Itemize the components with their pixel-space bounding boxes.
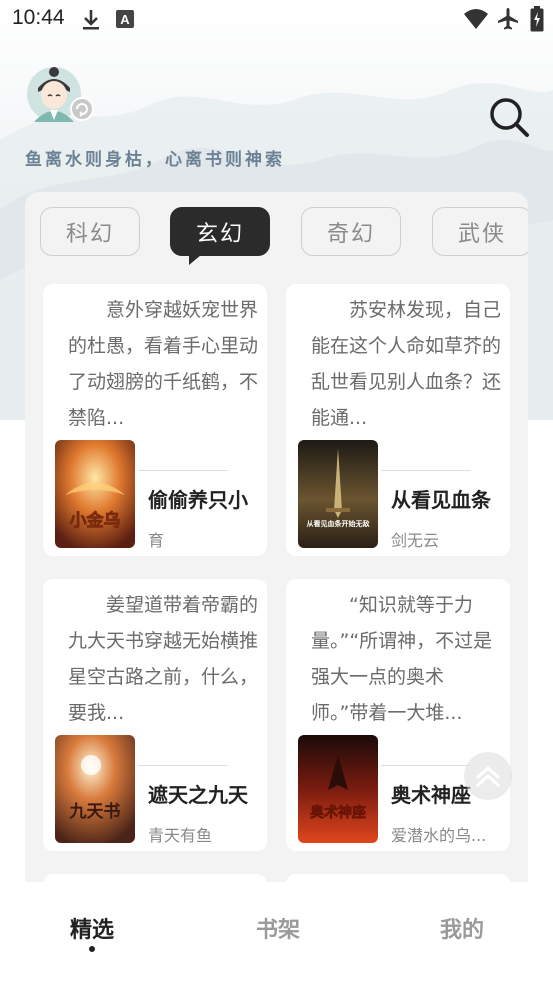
- battery-icon: [530, 6, 544, 32]
- book-cover: 从看见血条开始无敌: [298, 440, 378, 548]
- book-description: 姜望道带着帝霸的九大天书穿越无始横推星空古路之前，什么，要我...: [68, 594, 258, 724]
- nav-mine[interactable]: 我的: [440, 912, 484, 944]
- nav-featured[interactable]: 精选: [70, 912, 114, 944]
- book-author: 爱潜水的乌...: [391, 826, 487, 845]
- book-title: 遮天之九天: [148, 783, 248, 807]
- nav-active-indicator: [89, 946, 95, 952]
- card-divider: [138, 765, 228, 766]
- nav-bookshelf[interactable]: 书架: [256, 912, 300, 944]
- wifi-icon: [464, 9, 488, 29]
- download-icon: [83, 10, 99, 30]
- tab-fantasy[interactable]: 奇幻: [301, 207, 401, 256]
- book-card[interactable]: [286, 874, 510, 882]
- content-panel: 科幻 玄幻 奇幻 武侠 意外穿越妖宠世界的杜愚，看着手心里动了动翅膀的千纸鹤，不…: [25, 192, 528, 882]
- cover-title: 奥术神座: [310, 804, 366, 821]
- card-divider: [381, 765, 471, 766]
- book-description: “知识就等于力量。”“所谓神，不过是强大一点的奥术师。”带着一大堆...: [311, 594, 493, 724]
- book-title: 偷偷养只小: [148, 488, 248, 512]
- book-card[interactable]: 苏安林发现，自己能在这个人命如草芥的乱世看见别人血条？还能通... 从看见血条开…: [286, 284, 510, 556]
- avatar-icon[interactable]: [24, 64, 94, 124]
- slogan: 鱼离水则身枯，心离书则神索: [25, 150, 285, 170]
- status-bar: 10:44 A: [0, 0, 553, 38]
- airplane-icon: [498, 8, 518, 30]
- book-author: 剑无云: [391, 531, 440, 550]
- book-author: 青天有鱼: [148, 826, 213, 845]
- search-icon[interactable]: [488, 96, 530, 138]
- status-time: 10:44: [12, 6, 65, 29]
- book-cover: 奥术神座: [298, 735, 378, 843]
- cover-title: 九天书: [69, 802, 121, 822]
- book-card[interactable]: 姜望道带着帝霸的九大天书穿越无始横推星空古路之前，什么，要我... 九天书 遮天…: [43, 579, 267, 851]
- app-a-icon: A: [116, 10, 134, 28]
- tab-xuanhuan[interactable]: 玄幻: [170, 207, 270, 265]
- book-cover: 九天书: [55, 735, 135, 843]
- book-card[interactable]: “知识就等于力量。”“所谓神，不过是强大一点的奥术师。”带着一大堆... 奥术神…: [286, 579, 510, 851]
- chevron-up-icon: [476, 765, 500, 787]
- book-description: 意外穿越妖宠世界的杜愚，看着手心里动了动翅膀的千纸鹤，不禁陷...: [68, 299, 258, 429]
- book-title: 从看见血条: [391, 488, 491, 512]
- svg-text:A: A: [120, 12, 130, 27]
- book-card[interactable]: 意外穿越妖宠世界的杜愚，看着手心里动了动翅膀的千纸鹤，不禁陷... 小金乌 偷偷…: [43, 284, 267, 556]
- card-divider: [381, 470, 471, 471]
- book-author: 育: [148, 531, 165, 550]
- book-card[interactable]: [43, 874, 267, 882]
- scroll-to-top-button[interactable]: [464, 752, 512, 800]
- book-description: 苏安林发现，自己能在这个人命如草芥的乱世看见别人血条？还能通...: [311, 299, 501, 429]
- tab-scifi[interactable]: 科幻: [40, 207, 140, 256]
- cover-title: 从看见血条开始无敌: [307, 519, 370, 528]
- bottom-navigation: 精选 书架 我的: [0, 882, 553, 983]
- cover-title: 小金乌: [70, 510, 121, 531]
- card-divider: [138, 470, 228, 471]
- tab-wuxia[interactable]: 武侠: [432, 207, 528, 256]
- book-cover: 小金乌: [55, 440, 135, 548]
